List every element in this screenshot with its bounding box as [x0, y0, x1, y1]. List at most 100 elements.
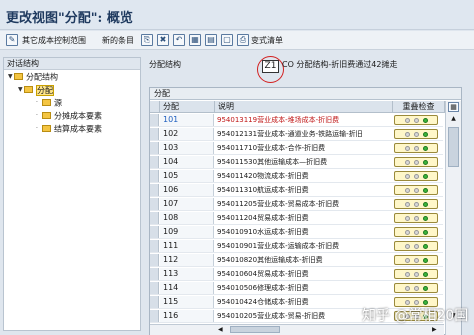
- horizontal-scrollbar[interactable]: ◀ ▶: [150, 324, 444, 335]
- allocation-description[interactable]: 954011530其他运输成本—折旧费: [215, 156, 391, 168]
- tree-node-source[interactable]: · 源: [36, 97, 62, 109]
- column-header-allocation[interactable]: 分配: [160, 101, 215, 113]
- other-range-button[interactable]: 其它成本控制范围: [22, 34, 86, 47]
- table-row[interactable]: 109 954010910水运成本-折旧费: [150, 226, 443, 239]
- overlap-check-toggle[interactable]: [394, 255, 438, 265]
- scroll-left-icon[interactable]: ◀: [218, 326, 223, 333]
- change-list-button[interactable]: 变式清单: [251, 34, 283, 47]
- row-selector[interactable]: [150, 114, 159, 126]
- new-entries-button[interactable]: 新的条目: [102, 34, 134, 47]
- scroll-thumb[interactable]: [448, 127, 459, 167]
- table-row[interactable]: 111 954010901营业成本-运输成本-折旧费: [150, 240, 443, 253]
- allocation-description[interactable]: 954011710营业成本-合作-折旧费: [215, 142, 391, 154]
- allocation-code[interactable]: 111: [160, 240, 214, 252]
- row-selector[interactable]: [150, 226, 159, 238]
- allocation-code[interactable]: 107: [160, 198, 214, 210]
- overlap-check-toggle[interactable]: [394, 143, 438, 153]
- allocation-description[interactable]: 954012131营业成本-通道业务-铁路运输-折旧: [215, 128, 391, 140]
- scroll-right-icon[interactable]: ▶: [432, 326, 437, 333]
- select-block-icon[interactable]: ▤: [205, 34, 217, 46]
- allocation-description[interactable]: 954010820其他运输成本-折旧费: [215, 254, 391, 266]
- allocation-code[interactable]: 102: [160, 128, 214, 140]
- overlap-check-toggle[interactable]: [394, 213, 438, 223]
- allocation-description[interactable]: 954013119营业成本-堆场成本-折旧费: [215, 114, 391, 126]
- tree-node-allocation[interactable]: ▼ 分配: [18, 84, 54, 96]
- row-selector[interactable]: [150, 128, 159, 140]
- allocation-code[interactable]: 112: [160, 254, 214, 266]
- allocation-description[interactable]: 954010506修理成本-折旧费: [215, 282, 391, 294]
- allocation-description[interactable]: 954010604贸易成本-折旧费: [215, 268, 391, 280]
- table-row[interactable]: 107 954011205营业成本-贸易成本-折旧费: [150, 198, 443, 211]
- row-selector[interactable]: [150, 282, 159, 294]
- print-icon[interactable]: ⎙: [237, 34, 249, 46]
- overlap-check-toggle[interactable]: [394, 241, 438, 251]
- allocation-code[interactable]: 105: [160, 170, 214, 182]
- allocation-description[interactable]: 954010901营业成本-运输成本-折旧费: [215, 240, 391, 252]
- table-row[interactable]: 105 954011420物流成本-折旧费: [150, 170, 443, 183]
- allocation-description[interactable]: 954011204贸易成本-折旧费: [215, 212, 391, 224]
- overlap-check-toggle[interactable]: [394, 157, 438, 167]
- allocation-code[interactable]: 116: [160, 310, 214, 322]
- undo-icon[interactable]: ↶: [173, 34, 185, 46]
- allocation-code[interactable]: 113: [160, 268, 214, 280]
- pen-icon[interactable]: ✎: [6, 34, 18, 46]
- hscroll-thumb[interactable]: [230, 326, 280, 333]
- delete-icon[interactable]: ✖: [157, 34, 169, 46]
- table-row[interactable]: 101 954013119营业成本-堆场成本-折旧费: [150, 114, 443, 127]
- allocation-description[interactable]: 954010910水运成本-折旧费: [215, 226, 391, 238]
- table-row[interactable]: 106 954011310航运成本-折旧费: [150, 184, 443, 197]
- overlap-check-toggle[interactable]: [394, 115, 438, 125]
- tree-node-allocation-cost-elements[interactable]: · 分摊成本要素: [36, 110, 102, 122]
- row-selector[interactable]: [150, 156, 159, 168]
- overlap-check-toggle[interactable]: [394, 269, 438, 279]
- column-header-description[interactable]: 说明: [215, 101, 393, 113]
- row-selector[interactable]: [150, 170, 159, 182]
- overlap-check-toggle[interactable]: [394, 185, 438, 195]
- overlap-check-toggle[interactable]: [394, 199, 438, 209]
- column-header-overlap-check[interactable]: 重叠检查: [393, 101, 445, 113]
- allocation-code[interactable]: 103: [160, 142, 214, 154]
- table-row[interactable]: 102 954012131营业成本-通道业务-铁路运输-折旧: [150, 128, 443, 141]
- column-settings-icon[interactable]: ▦: [448, 102, 459, 112]
- deselect-icon[interactable]: ▢: [221, 34, 233, 46]
- table-row[interactable]: 114 954010506修理成本-折旧费: [150, 282, 443, 295]
- allocation-code[interactable]: 109: [160, 226, 214, 238]
- allocation-code[interactable]: 101: [160, 114, 214, 126]
- row-selector-header[interactable]: [150, 101, 160, 113]
- table-row[interactable]: 108 954011204贸易成本-折旧费: [150, 212, 443, 225]
- table-row[interactable]: 103 954011710营业成本-合作-折旧费: [150, 142, 443, 155]
- overlap-check-toggle[interactable]: [394, 283, 438, 293]
- row-selector[interactable]: [150, 142, 159, 154]
- status-dot-icon: [414, 188, 419, 193]
- allocation-description[interactable]: 954011420物流成本-折旧费: [215, 170, 391, 182]
- row-selector[interactable]: [150, 240, 159, 252]
- row-selector[interactable]: [150, 310, 159, 322]
- allocation-code[interactable]: 108: [160, 212, 214, 224]
- vertical-scrollbar[interactable]: ▦ ▲ ▼: [445, 101, 461, 335]
- row-selector[interactable]: [150, 254, 159, 266]
- table-row[interactable]: 104 954011530其他运输成本—折旧费: [150, 156, 443, 169]
- table-row[interactable]: 113 954010604贸易成本-折旧费: [150, 268, 443, 281]
- allocation-description[interactable]: 954011205营业成本-贸易成本-折旧费: [215, 198, 391, 210]
- allocation-code[interactable]: 114: [160, 282, 214, 294]
- tree-node-settlement-cost-elements[interactable]: · 结算成本要素: [36, 123, 102, 135]
- tree-node-allocation-structure[interactable]: ▼ 分配结构: [8, 71, 58, 83]
- allocation-code[interactable]: 115: [160, 296, 214, 308]
- overlap-check-toggle[interactable]: [394, 129, 438, 139]
- status-dot-icon: [414, 118, 419, 123]
- allocation-code[interactable]: 104: [160, 156, 214, 168]
- allocation-description[interactable]: 954011310航运成本-折旧费: [215, 184, 391, 196]
- select-all-icon[interactable]: ▦: [189, 34, 201, 46]
- table-row[interactable]: 112 954010820其他运输成本-折旧费: [150, 254, 443, 267]
- scroll-up-icon[interactable]: ▲: [449, 115, 458, 123]
- status-dot-icon: [423, 286, 428, 291]
- copy-icon[interactable]: ⎘: [141, 34, 153, 46]
- row-selector[interactable]: [150, 212, 159, 224]
- row-selector[interactable]: [150, 198, 159, 210]
- row-selector[interactable]: [150, 296, 159, 308]
- row-selector[interactable]: [150, 184, 159, 196]
- allocation-code[interactable]: 106: [160, 184, 214, 196]
- overlap-check-toggle[interactable]: [394, 227, 438, 237]
- overlap-check-toggle[interactable]: [394, 171, 438, 181]
- row-selector[interactable]: [150, 268, 159, 280]
